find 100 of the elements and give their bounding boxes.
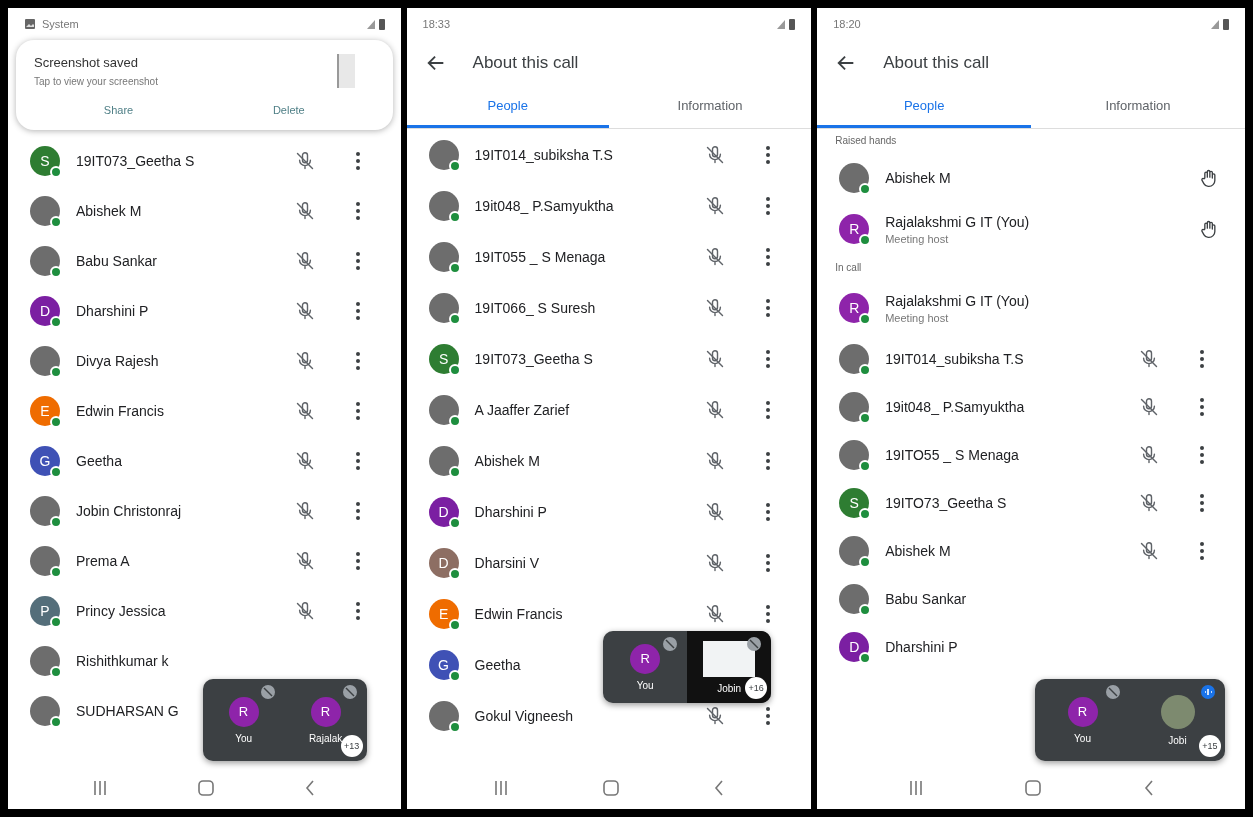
back-icon[interactable] bbox=[1143, 780, 1154, 796]
more-options-icon[interactable] bbox=[354, 201, 361, 221]
avatar: R bbox=[310, 696, 341, 727]
more-options-icon[interactable] bbox=[354, 451, 361, 471]
mic-off-icon[interactable] bbox=[294, 151, 315, 171]
more-options-icon[interactable] bbox=[765, 705, 772, 726]
mic-off-icon[interactable] bbox=[1139, 445, 1159, 465]
more-options-icon[interactable] bbox=[765, 195, 772, 216]
more-options-icon[interactable] bbox=[1199, 445, 1205, 465]
mic-off-icon[interactable] bbox=[705, 144, 726, 165]
signal-icon bbox=[1211, 19, 1219, 29]
tab[interactable]: People bbox=[817, 88, 1032, 128]
participant-name: Dharsini V bbox=[474, 554, 540, 571]
more-options-icon[interactable] bbox=[354, 151, 361, 171]
picture-in-picture-window[interactable]: R You Jobi +15 bbox=[1035, 679, 1225, 761]
back-icon[interactable] bbox=[713, 780, 724, 796]
avatar: R bbox=[839, 214, 870, 244]
home-button-icon[interactable] bbox=[602, 780, 619, 796]
recent-apps-icon[interactable] bbox=[494, 780, 508, 796]
avatar-photo-placeholder bbox=[839, 536, 870, 566]
mic-off-icon[interactable] bbox=[294, 201, 315, 221]
mic-off-icon[interactable] bbox=[1139, 493, 1159, 513]
participant-name: Edwin Francis bbox=[76, 403, 164, 419]
mic-off-icon[interactable] bbox=[294, 551, 315, 571]
picture-in-picture-window[interactable]: R You Jobin +16 bbox=[603, 631, 772, 703]
presence-dot bbox=[50, 416, 62, 428]
more-options-icon[interactable] bbox=[765, 348, 772, 369]
mic-off-icon[interactable] bbox=[1139, 541, 1159, 561]
home-button-icon[interactable] bbox=[1025, 780, 1042, 796]
more-options-icon[interactable] bbox=[765, 501, 772, 522]
more-options-icon[interactable] bbox=[765, 450, 772, 471]
mic-off-icon[interactable] bbox=[705, 501, 726, 522]
more-options-icon[interactable] bbox=[354, 551, 361, 571]
signal-icon bbox=[366, 19, 375, 29]
notification-action[interactable]: Delete bbox=[260, 100, 317, 120]
more-options-icon[interactable] bbox=[765, 297, 772, 318]
tile-label: You bbox=[636, 679, 654, 691]
participant-name: Divya Rajesh bbox=[76, 353, 159, 369]
more-options-icon[interactable] bbox=[354, 351, 361, 371]
notification-text: Tap to view your screenshot bbox=[34, 76, 158, 87]
presence-dot bbox=[50, 566, 62, 578]
mic-off-icon[interactable] bbox=[705, 399, 726, 420]
more-options-icon[interactable] bbox=[1199, 397, 1205, 417]
more-options-icon[interactable] bbox=[354, 401, 361, 421]
presence-dot bbox=[859, 313, 872, 325]
avatar-photo-placeholder bbox=[30, 696, 60, 726]
mic-off-icon[interactable] bbox=[705, 450, 726, 471]
mic-off-icon[interactable] bbox=[294, 501, 315, 521]
more-options-icon[interactable] bbox=[765, 246, 772, 267]
more-options-icon[interactable] bbox=[354, 301, 361, 321]
participant-name: Dharshini P bbox=[885, 639, 958, 655]
recent-apps-icon[interactable] bbox=[93, 780, 108, 796]
presence-dot bbox=[50, 316, 62, 328]
home-button-icon[interactable] bbox=[198, 780, 215, 796]
mic-off-icon[interactable] bbox=[294, 451, 315, 471]
mic-off-icon[interactable] bbox=[294, 351, 315, 371]
tab[interactable]: People bbox=[406, 88, 609, 128]
more-options-icon[interactable] bbox=[354, 251, 361, 271]
participant-name: Abishek M bbox=[885, 543, 951, 559]
participant-name: 19IT073_Geetha S bbox=[76, 153, 195, 169]
more-options-icon[interactable] bbox=[765, 603, 772, 624]
tab[interactable]: Information bbox=[1031, 88, 1245, 128]
participant-name: Dharshini P bbox=[474, 503, 547, 520]
participant-name: Edwin Francis bbox=[474, 605, 563, 622]
mic-off-icon[interactable] bbox=[294, 401, 315, 421]
participant-name: Rishithkumar k bbox=[76, 653, 169, 669]
more-options-icon[interactable] bbox=[1199, 541, 1205, 561]
more-options-icon[interactable] bbox=[765, 144, 772, 165]
participant-name: Princy Jessica bbox=[76, 603, 166, 619]
mic-off-icon[interactable] bbox=[705, 348, 726, 369]
signal-icon bbox=[777, 19, 786, 29]
tab[interactable]: Information bbox=[608, 88, 812, 128]
more-options-icon[interactable] bbox=[354, 601, 361, 621]
mic-off-icon[interactable] bbox=[1139, 349, 1159, 369]
notification-card[interactable]: Screenshot saved Tap to view your screenshot Share Delete bbox=[16, 40, 393, 130]
mic-off-icon[interactable] bbox=[705, 705, 726, 726]
participant-name: 19IT014_subiksha T.S bbox=[885, 351, 1024, 367]
mic-off-icon[interactable] bbox=[705, 603, 726, 624]
participant-name: 19IT055 _ S Menaga bbox=[474, 248, 606, 265]
mic-off-icon[interactable] bbox=[705, 297, 726, 318]
mic-off-icon[interactable] bbox=[705, 246, 726, 267]
avatar: R bbox=[228, 696, 259, 727]
mic-off-icon[interactable] bbox=[1139, 397, 1159, 417]
more-options-icon[interactable] bbox=[765, 399, 772, 420]
notification-action[interactable]: Share bbox=[91, 100, 146, 120]
recent-apps-icon[interactable] bbox=[908, 780, 923, 796]
mic-off-icon[interactable] bbox=[294, 251, 315, 271]
mic-off-icon[interactable] bbox=[705, 552, 726, 573]
more-options-icon[interactable] bbox=[354, 501, 361, 521]
participant-name: 19it048_ P.Samyuktha bbox=[474, 197, 614, 214]
picture-in-picture-window[interactable]: R You R Rajalak +13 bbox=[202, 679, 367, 761]
mic-off-icon[interactable] bbox=[294, 601, 315, 621]
mic-off-icon[interactable] bbox=[294, 301, 315, 321]
back-icon[interactable] bbox=[305, 780, 316, 796]
tile-label: Jobi bbox=[1168, 734, 1187, 746]
raised-hand-icon bbox=[1199, 167, 1219, 189]
more-options-icon[interactable] bbox=[1199, 349, 1205, 369]
mic-off-icon[interactable] bbox=[705, 195, 726, 216]
more-options-icon[interactable] bbox=[765, 552, 772, 573]
more-options-icon[interactable] bbox=[1199, 493, 1205, 513]
